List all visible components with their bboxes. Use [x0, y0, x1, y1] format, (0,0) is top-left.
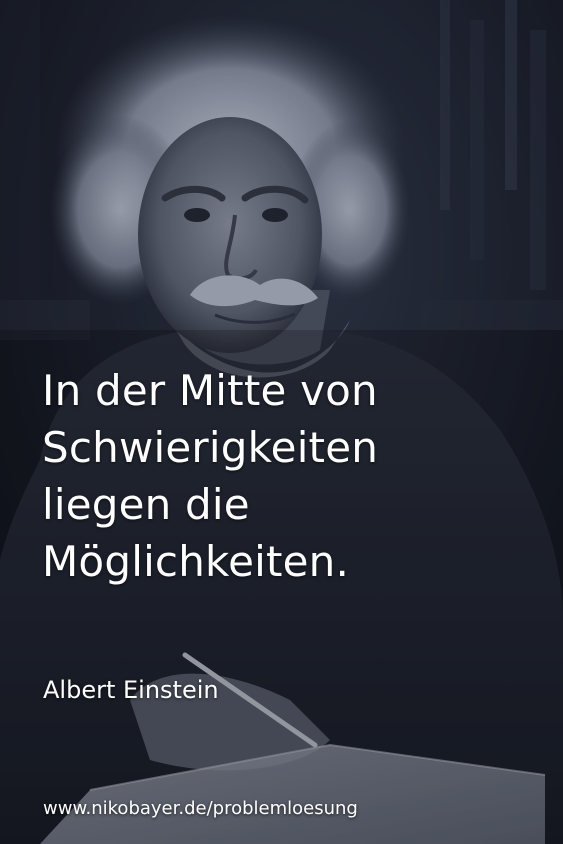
quote-author: Albert Einstein	[43, 676, 219, 704]
quote-text: In der Mitte von Schwierigkeiten liegen …	[42, 362, 542, 590]
quote-line: liegen die	[42, 480, 250, 529]
quote-line: Schwierigkeiten	[42, 423, 379, 472]
website-url: www.nikobayer.de/problemloesung	[43, 798, 358, 819]
quote-line: Möglichkeiten.	[42, 537, 350, 586]
quote-poster: In der Mitte von Schwierigkeiten liegen …	[0, 0, 563, 844]
quote-line: In der Mitte von	[42, 366, 378, 415]
